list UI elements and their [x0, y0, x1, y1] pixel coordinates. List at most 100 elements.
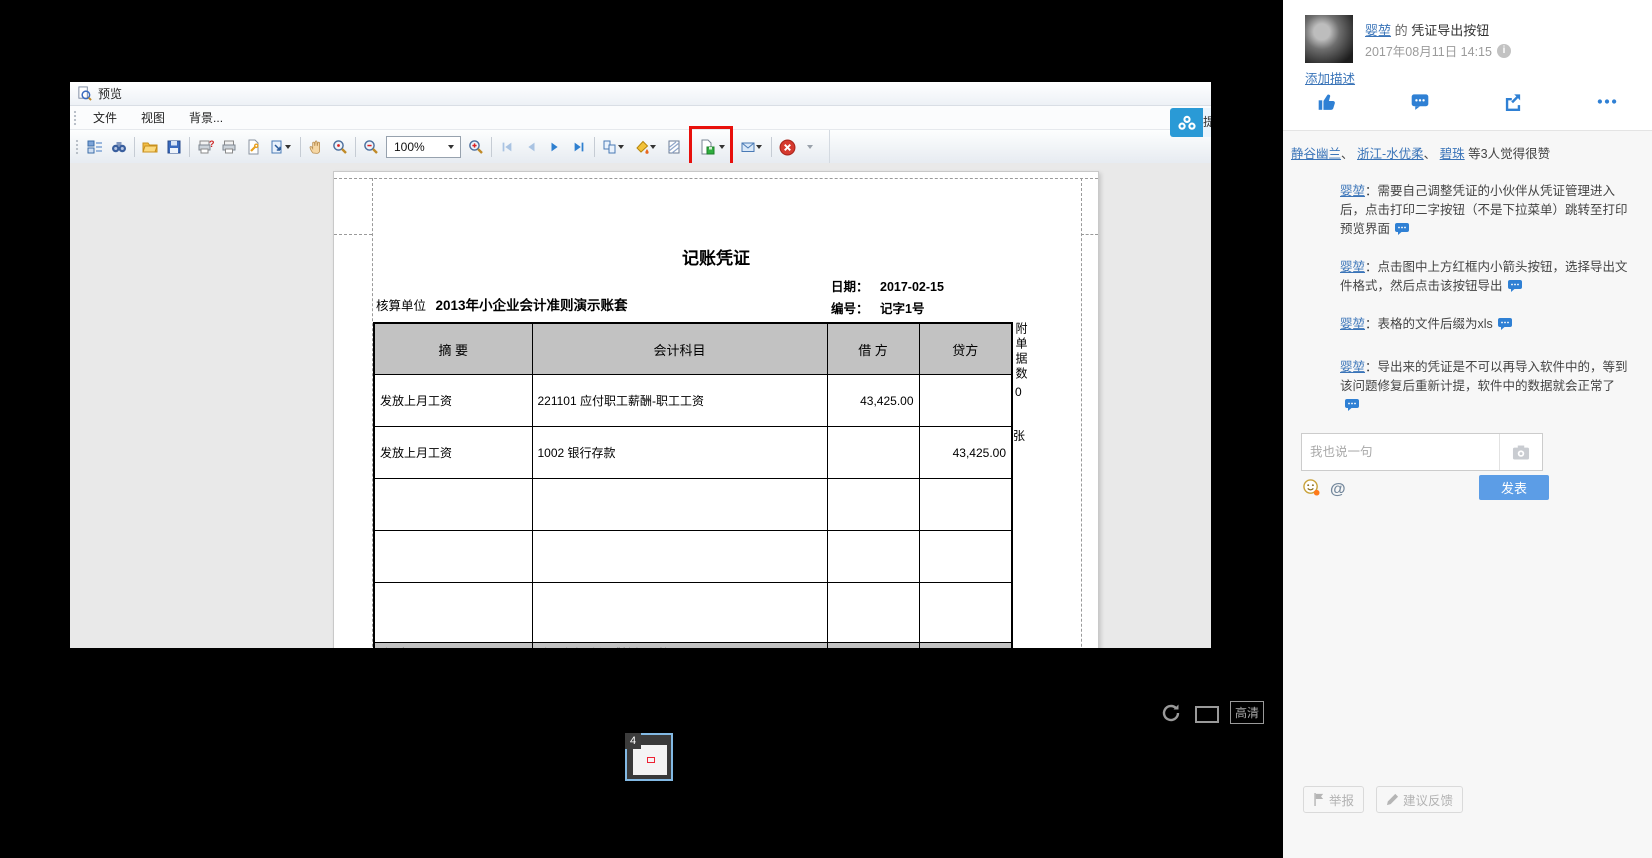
export-highlight-box: [692, 135, 730, 159]
cell-summary: [374, 531, 532, 583]
page-setup-button[interactable]: [241, 135, 265, 159]
cloud-button-clipped-label: 提: [1203, 108, 1211, 137]
post-timestamp-row: 2017年08月11日 14:15 i: [1365, 41, 1511, 60]
print-button[interactable]: [217, 135, 241, 159]
feedback-button[interactable]: 建议反馈: [1376, 786, 1463, 813]
preview-window-title: 预览: [98, 85, 122, 102]
report-button[interactable]: 举报: [1303, 786, 1364, 813]
likes-row: 静谷幽兰、 浙江-水优柔、 碧珠 等3人觉得很赞: [1283, 131, 1652, 172]
close-preview-icon: [779, 139, 796, 156]
fit-screen-button[interactable]: [1195, 706, 1219, 723]
attachment-label: 附单据数: [1013, 322, 1030, 382]
comment-text: ：导出来的凭证是不可以再导入软件中的，等到该问题修复后重新计提，软件中的数据就会…: [1340, 360, 1628, 393]
thumbnail[interactable]: 4: [625, 733, 673, 781]
open-button[interactable]: [138, 135, 162, 159]
avatar[interactable]: [1305, 15, 1353, 63]
export-button[interactable]: [695, 135, 719, 159]
panel-body: 静谷幽兰、 浙江-水优柔、 碧珠 等3人觉得很赞 婴堃：需要自己调整凭证的小伙伴…: [1283, 130, 1652, 858]
reply-bubble-icon[interactable]: [1395, 222, 1410, 241]
reply-bubble-icon[interactable]: [1508, 279, 1523, 298]
cell-account: [532, 583, 827, 643]
export-dropdown-arrow[interactable]: [719, 145, 725, 149]
menu-item-background[interactable]: 背景...: [177, 109, 235, 126]
multi-page-dropdown-arrow[interactable]: [618, 145, 624, 149]
commenter-link[interactable]: 婴堃: [1340, 317, 1365, 331]
comment-text: ：点击图中上方红框内小箭头按钮，选择导出文件格式，然后点击该按钮导出: [1340, 260, 1628, 293]
comment-text: ：需要自己调整凭证的小伙伴从凭证管理进入后，点击打印二字按钮（不是下拉菜单）跳转…: [1340, 184, 1628, 236]
pan-button[interactable]: [304, 135, 328, 159]
find-button[interactable]: [107, 135, 131, 159]
previous-page-icon: [524, 140, 538, 154]
cell-debit: [827, 427, 919, 479]
liker-link[interactable]: 浙江-水优柔: [1357, 147, 1424, 161]
publish-button[interactable]: 发表: [1479, 475, 1549, 500]
author-link[interactable]: 婴堃: [1365, 23, 1391, 38]
more-actions-button[interactable]: [1596, 92, 1618, 116]
zoom-out-button[interactable]: [359, 135, 383, 159]
cell-debit: 43,425.00: [827, 375, 919, 427]
commenter-link[interactable]: 婴堃: [1340, 184, 1365, 198]
toolbar: ? 100%: [70, 130, 1211, 165]
background-color-dropdown-arrow[interactable]: [650, 145, 656, 149]
first-page-button[interactable]: [495, 135, 519, 159]
comment-item: 婴堃：导出来的凭证是不可以再导入软件中的，等到该问题修复后重新计提，软件中的数据…: [1283, 354, 1652, 423]
send-mail-dropdown-arrow[interactable]: [756, 145, 762, 149]
comments-list: 婴堃：需要自己调整凭证的小伙伴从凭证管理进入后，点击打印二字按钮（不是下拉菜单）…: [1283, 172, 1652, 423]
share-button[interactable]: [1503, 92, 1523, 116]
hd-badge[interactable]: 高清: [1230, 701, 1264, 724]
liker-link[interactable]: 静谷幽兰: [1291, 147, 1341, 161]
col-header-debit: 借 方: [827, 323, 919, 375]
pan-hand-icon: [308, 139, 324, 155]
zoom-in-button[interactable]: [464, 135, 488, 159]
like-button[interactable]: [1317, 92, 1337, 116]
zoom-level-combo[interactable]: 100%: [386, 136, 461, 158]
page-size-button[interactable]: [265, 135, 297, 159]
multi-page-view-button[interactable]: [598, 135, 630, 159]
emoji-button[interactable]: [1303, 479, 1320, 501]
thumbnail-panel-button[interactable]: [83, 135, 107, 159]
next-page-button[interactable]: [543, 135, 567, 159]
comment-panel: 婴堃 的 凭证导出按钮 2017年08月11日 14:15 i 添加描述 静谷幽…: [1283, 0, 1652, 858]
save-button[interactable]: [162, 135, 186, 159]
cloud-save-button[interactable]: 提: [1170, 108, 1211, 137]
reply-bubble-icon[interactable]: [1498, 317, 1513, 336]
close-preview-button[interactable]: [775, 135, 799, 159]
image-viewer: 预览 文件 视图 背景... ? 100%: [0, 0, 1652, 858]
cell-account: 1002 银行存款: [532, 427, 827, 479]
date-label: 日期：: [831, 280, 869, 294]
post-title-row: 婴堃 的 凭证导出按钮: [1365, 20, 1489, 39]
mention-button[interactable]: @: [1330, 481, 1346, 499]
last-page-icon: [572, 140, 586, 154]
zoom-region-button[interactable]: [328, 135, 352, 159]
more-options-button[interactable]: [799, 135, 823, 159]
print-setup-button[interactable]: ?: [193, 135, 217, 159]
menu-item-view[interactable]: 视图: [129, 109, 177, 126]
commenter-link[interactable]: 婴堃: [1340, 260, 1365, 274]
watermark-button[interactable]: [662, 135, 686, 159]
col-header-summary: 摘 要: [374, 323, 532, 375]
camera-icon: [1512, 445, 1530, 460]
info-icon[interactable]: i: [1497, 44, 1511, 58]
commenter-link[interactable]: 婴堃: [1340, 360, 1365, 374]
post-timestamp: 2017年08月11日 14:15: [1365, 41, 1492, 60]
page-size-dropdown-arrow[interactable]: [285, 145, 291, 149]
previous-page-button[interactable]: [519, 135, 543, 159]
margin-guide: [334, 178, 1098, 179]
rotate-image-button[interactable]: [1160, 702, 1182, 729]
likes-suffix: 等3人觉得很赞: [1465, 147, 1550, 161]
liker-link[interactable]: 碧珠: [1440, 147, 1465, 161]
voucher-unit-row: 核算单位 2013年小企业会计准则演示账套: [376, 294, 628, 314]
send-mail-button[interactable]: [736, 135, 768, 159]
reply-bubble-icon[interactable]: [1345, 398, 1360, 417]
voucher-no-row: 编号： 记字1号: [831, 298, 924, 317]
zoom-region-icon: [332, 139, 348, 155]
zoom-level-dropdown-arrow[interactable]: [448, 145, 454, 149]
comment-button[interactable]: [1410, 92, 1430, 116]
menu-item-file[interactable]: 文件: [81, 109, 129, 126]
background-color-button[interactable]: [630, 135, 662, 159]
add-description-link[interactable]: 添加描述: [1305, 68, 1355, 87]
attach-image-button[interactable]: [1499, 434, 1542, 470]
last-page-button[interactable]: [567, 135, 591, 159]
comment-input[interactable]: [1302, 434, 1499, 470]
unit-label: 核算单位: [376, 299, 426, 313]
